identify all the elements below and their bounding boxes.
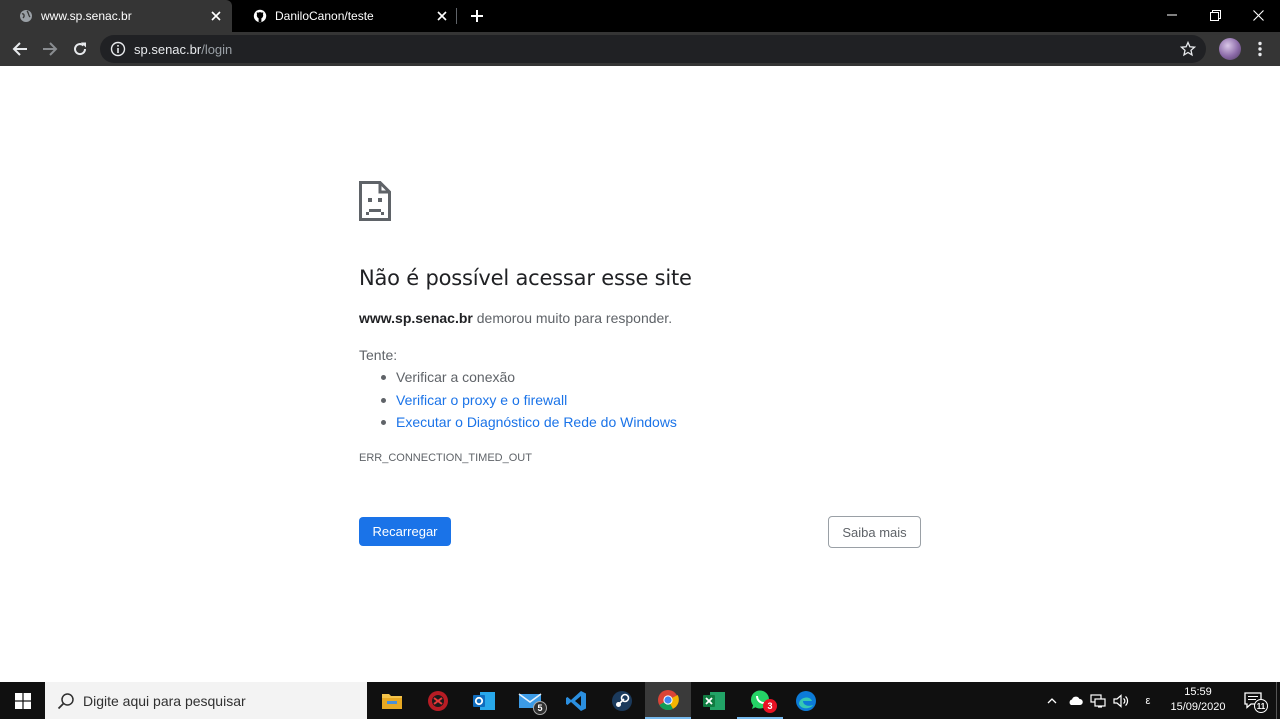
- error-page: Não é possível acessar esse site www.sp.…: [0, 66, 1280, 682]
- network-tray[interactable]: [1087, 682, 1109, 719]
- more-vert-icon: [1258, 41, 1262, 57]
- reload-button[interactable]: [67, 36, 93, 62]
- red-app[interactable]: [415, 682, 461, 719]
- taskbar-search-box[interactable]: Digite aqui para pesquisar: [45, 682, 367, 719]
- chrome-icon: [658, 689, 679, 710]
- search-icon: [57, 692, 74, 709]
- restore-icon: [1209, 9, 1221, 21]
- windows-logo-icon: [14, 692, 31, 709]
- edge-app[interactable]: [783, 682, 829, 719]
- action-center-button[interactable]: 11: [1238, 682, 1270, 719]
- mail-app[interactable]: 5: [507, 682, 553, 719]
- reload-icon: [74, 42, 87, 56]
- network-icon: [1090, 693, 1106, 708]
- suggestion-check-connection: Verificar a conexão: [396, 369, 516, 385]
- url-path: /login: [201, 41, 233, 57]
- address-bar[interactable]: sp.senac.br/login: [100, 35, 1206, 63]
- sad-document-icon: [359, 181, 391, 221]
- error-summary-text: demorou muito para responder.: [472, 310, 673, 326]
- tab-strip: www.sp.senac.br DaniloCanon/teste: [0, 0, 1280, 32]
- edge-icon: [796, 690, 816, 711]
- bookmark-star-icon[interactable]: [1180, 41, 1196, 57]
- tab-divider: [456, 8, 457, 24]
- suggestions-list: Verificar a conexão Verificar o proxy e …: [381, 368, 677, 436]
- taskbar-clock[interactable]: 15:59 15/09/2020: [1162, 685, 1234, 715]
- steam-icon: [612, 690, 632, 711]
- speaker-icon: [1113, 693, 1129, 708]
- back-button[interactable]: [7, 36, 33, 62]
- bullet-icon: [381, 420, 386, 425]
- close-icon: [1252, 9, 1264, 21]
- error-host: www.sp.senac.br: [359, 310, 473, 326]
- onedrive-tray[interactable]: [1064, 682, 1086, 719]
- input-language-indicator[interactable]: ε: [1138, 682, 1158, 719]
- chrome-menu-button[interactable]: [1250, 38, 1270, 60]
- arrow-right-icon: [43, 42, 58, 56]
- restore-button[interactable]: [1193, 0, 1237, 30]
- tab-title: www.sp.senac.br: [41, 9, 132, 23]
- volume-tray[interactable]: [1110, 682, 1132, 719]
- forward-button[interactable]: [37, 36, 63, 62]
- browser-toolbar: sp.senac.br/login: [0, 32, 1280, 66]
- url-host: sp.senac.br: [134, 41, 202, 57]
- arrow-left-icon: [12, 42, 27, 56]
- outlook-app[interactable]: [461, 682, 507, 719]
- whatsapp-app[interactable]: 3: [737, 682, 783, 719]
- folder-icon: [382, 693, 402, 709]
- whatsapp-badge: 3: [763, 699, 777, 713]
- globe-icon: [19, 9, 33, 23]
- mail-badge: 5: [533, 701, 547, 715]
- chevron-up-icon: [1047, 697, 1057, 703]
- learn-more-button[interactable]: Saiba mais: [828, 516, 921, 548]
- close-tab-icon[interactable]: [432, 6, 452, 26]
- chrome-app[interactable]: [645, 682, 691, 719]
- github-icon: [253, 9, 267, 23]
- suggestion-network-diagnostics-link[interactable]: Executar o Diagnóstico de Rede do Window…: [396, 413, 677, 431]
- bullet-icon: [381, 397, 386, 403]
- clock-date: 15/09/2020: [1170, 701, 1226, 713]
- error-headline: Não é possível acessar esse site: [359, 266, 692, 290]
- profile-avatar[interactable]: [1219, 38, 1241, 60]
- error-code: ERR_CONNECTION_TIMED_OUT: [359, 452, 532, 464]
- red-app-icon: [428, 690, 448, 711]
- start-button[interactable]: [0, 682, 45, 719]
- suggestions-heading: Tente:: [359, 347, 398, 363]
- close-window-button[interactable]: [1236, 0, 1280, 30]
- info-icon: [110, 41, 126, 57]
- excel-icon: [703, 691, 725, 710]
- clock-time: 15:59: [1184, 686, 1212, 698]
- list-item: Executar o Diagnóstico de Rede do Window…: [381, 413, 677, 436]
- outlook-icon: [473, 691, 495, 710]
- list-item: Verificar o proxy e o firewall: [381, 391, 677, 414]
- tab-senac[interactable]: www.sp.senac.br: [0, 0, 232, 32]
- suggestion-proxy-firewall-link[interactable]: Verificar o proxy e o firewall: [396, 391, 567, 409]
- notification-count: 11: [1254, 699, 1268, 713]
- excel-app[interactable]: [691, 682, 737, 719]
- vscode-app[interactable]: [553, 682, 599, 719]
- minimize-button[interactable]: [1150, 0, 1194, 30]
- tab-github[interactable]: DaniloCanon/teste: [234, 0, 458, 32]
- cloud-icon: [1069, 696, 1083, 705]
- file-explorer-app[interactable]: [369, 682, 415, 719]
- close-tab-icon[interactable]: [206, 6, 226, 26]
- tab-title: DaniloCanon/teste: [275, 9, 374, 23]
- plus-icon: [471, 10, 483, 22]
- steam-app[interactable]: [599, 682, 645, 719]
- search-placeholder: Digite aqui para pesquisar: [83, 692, 246, 709]
- minimize-icon: [1167, 14, 1177, 16]
- bullet-icon: [381, 375, 386, 380]
- windows-taskbar: Digite aqui para pesquisar 5 3 ε 15:59 1…: [0, 682, 1280, 719]
- new-tab-button[interactable]: [466, 5, 488, 27]
- show-hidden-icons-button[interactable]: [1044, 682, 1060, 719]
- vscode-icon: [566, 690, 586, 711]
- error-summary: www.sp.senac.br demorou muito para respo…: [359, 310, 672, 326]
- reload-page-button[interactable]: Recarregar: [359, 517, 451, 546]
- show-desktop-button[interactable]: [1276, 682, 1280, 719]
- list-item: Verificar a conexão: [381, 368, 677, 391]
